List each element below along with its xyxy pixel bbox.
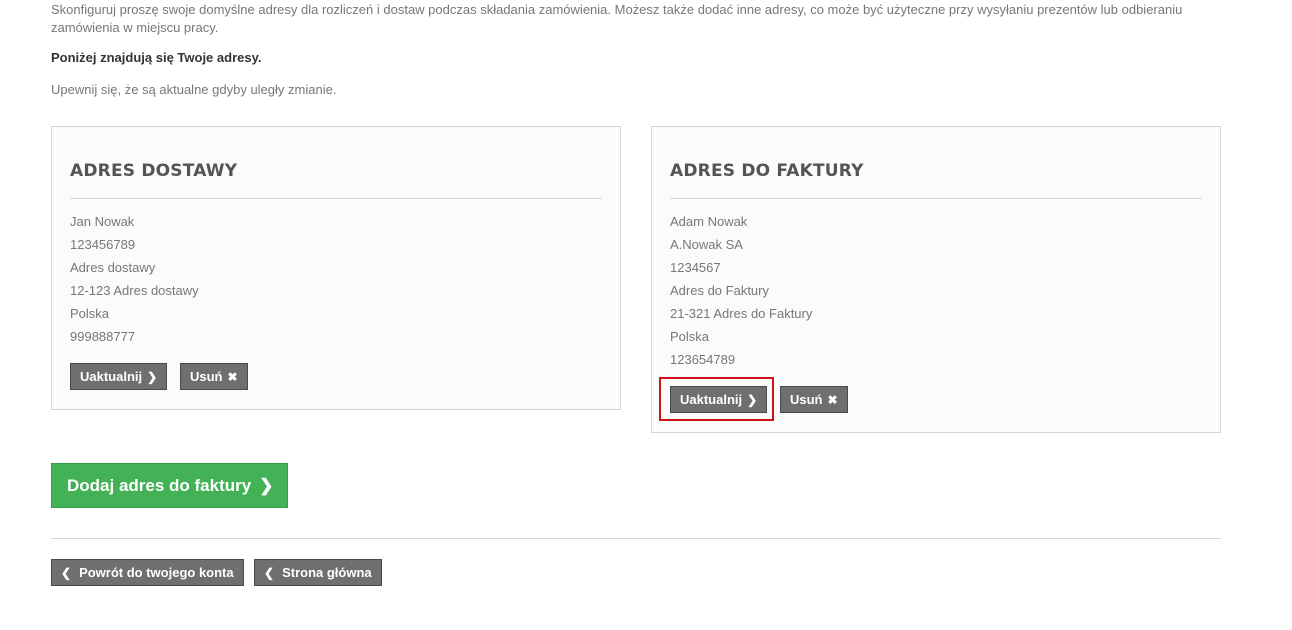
chevron-right-icon: ❯	[259, 476, 274, 495]
address-line: 123456789	[70, 237, 136, 252]
address-line: 1234567	[670, 260, 721, 275]
address-line: Adres do Faktury	[670, 283, 769, 298]
footer-divider	[51, 538, 1221, 539]
back-to-account-button[interactable]: ❮ Powrót do twojego konta	[51, 559, 244, 586]
home-page-label: Strona główna	[282, 565, 372, 580]
back-to-account-label: Powrót do twojego konta	[79, 565, 234, 580]
address-line: 12-123 Adres dostawy	[70, 283, 199, 298]
delivery-delete-label: Usuń	[190, 369, 223, 384]
add-invoice-address-label: Dodaj adres do faktury	[67, 476, 252, 495]
address-line: Polska	[670, 329, 710, 344]
chevron-right-icon: ❯	[147, 370, 158, 384]
addresses-heading: Poniżej znajdują się Twoje adresy.	[51, 50, 262, 65]
address-line: Jan Nowak	[70, 214, 135, 229]
address-line: Adres dostawy	[70, 260, 156, 275]
chevron-left-icon: ❮	[61, 566, 72, 580]
add-invoice-address-button[interactable]: Dodaj adres do faktury ❯	[51, 463, 289, 508]
intro-text: Skonfiguruj proszę swoje domyślne adresy…	[51, 2, 1183, 35]
delivery-delete-button[interactable]: Usuń ✖	[180, 363, 248, 390]
delivery-address-title: ADRES DOSTAWY	[70, 161, 238, 181]
address-line: 21-321 Adres do Faktury	[670, 306, 813, 321]
addresses-subnote: Upewnij się, że są aktualne gdyby uległy…	[51, 82, 337, 97]
delivery-update-label: Uaktualnij	[80, 369, 143, 384]
delivery-address-box: ADRES DOSTAWY Jan Nowak 123456789 Adres …	[51, 126, 621, 410]
chevron-left-icon: ❮	[264, 566, 275, 580]
invoice-address-lines: Adam Nowak A.Nowak SA 1234567 Adres do F…	[670, 213, 812, 374]
address-line: A.Nowak SA	[670, 237, 743, 252]
invoice-delete-label: Usuń	[790, 392, 823, 407]
invoice-delete-button[interactable]: Usuń ✖	[780, 386, 848, 413]
highlight-box	[659, 377, 774, 421]
close-icon: ✖	[827, 393, 838, 407]
home-page-button[interactable]: ❮ Strona główna	[254, 559, 382, 586]
invoice-address-divider	[670, 198, 1202, 199]
address-line: Adam Nowak	[670, 214, 748, 229]
close-icon: ✖	[227, 370, 238, 384]
delivery-update-button[interactable]: Uaktualnij ❯	[70, 363, 168, 390]
delivery-address-divider	[70, 198, 602, 199]
address-line: 123654789	[670, 352, 736, 367]
delivery-address-lines: Jan Nowak 123456789 Adres dostawy 12-123…	[70, 213, 199, 351]
address-line: 999888777	[70, 329, 136, 344]
invoice-address-title: ADRES DO FAKTURY	[670, 161, 864, 181]
address-line: Polska	[70, 306, 110, 321]
